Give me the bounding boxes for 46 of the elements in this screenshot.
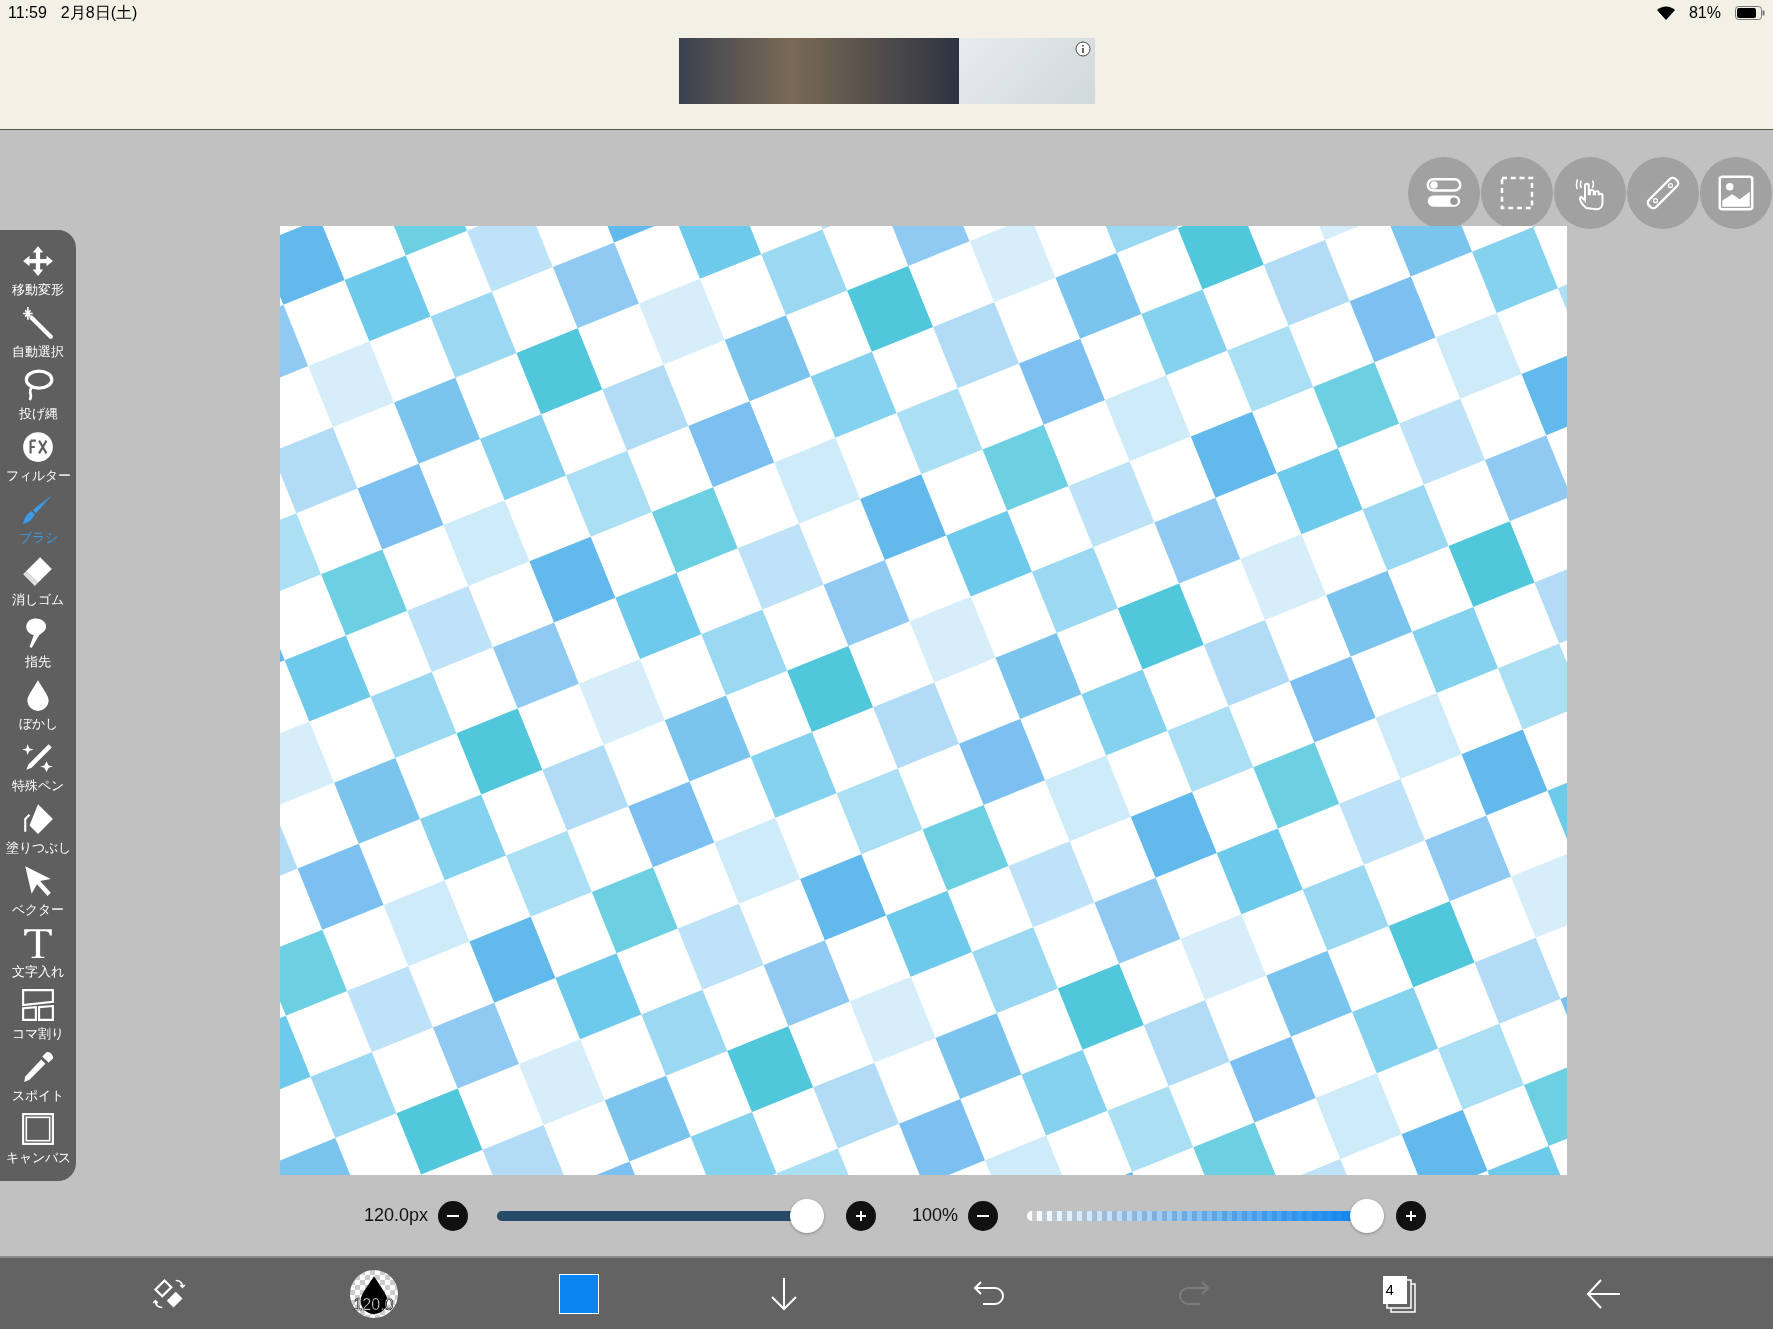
- wifi-icon: [1656, 6, 1675, 20]
- tool-button[interactable]: フィルター: [0, 426, 76, 488]
- decrease-button[interactable]: [438, 1200, 468, 1231]
- slider-thumb[interactable]: [1350, 1198, 1384, 1233]
- fx-icon: [21, 429, 55, 464]
- slider-thumb[interactable]: [790, 1198, 825, 1233]
- back-button[interactable]: [1585, 1277, 1622, 1310]
- undo-icon: [972, 1279, 1005, 1308]
- status-date: 2月8日(土): [60, 2, 138, 23]
- increase-button[interactable]: [846, 1200, 876, 1231]
- panels-icon: [21, 987, 55, 1022]
- minus-icon: [977, 1214, 989, 1217]
- tool-button[interactable]: 投げ縄: [0, 364, 76, 426]
- eyedropper-icon: [21, 1049, 55, 1084]
- tool-button[interactable]: 消しゴム: [0, 550, 76, 612]
- tool-button[interactable]: 文字入れ: [0, 922, 76, 984]
- tool-button[interactable]: キャンバス: [0, 1108, 76, 1170]
- tool-button[interactable]: 移動変形: [0, 240, 76, 302]
- tool-button[interactable]: ぼかし: [0, 674, 76, 736]
- tool-button[interactable]: 指先: [0, 612, 76, 674]
- tool-button[interactable]: ベクター: [0, 860, 76, 922]
- canvas-frame-icon: [21, 1111, 55, 1146]
- redo-icon: [1177, 1279, 1210, 1308]
- tool-button[interactable]: 自動選択: [0, 302, 76, 364]
- minus-icon: [447, 1214, 459, 1217]
- battery-percentage: 81%: [1688, 4, 1721, 22]
- decrease-button[interactable]: [968, 1200, 998, 1231]
- tool-button[interactable]: 塗りつぶし: [0, 798, 76, 860]
- tool-button[interactable]: コマ割り: [0, 984, 76, 1046]
- undo-button[interactable]: [972, 1279, 1005, 1308]
- layers-button[interactable]: 4: [1381, 1274, 1416, 1313]
- battery-icon: [1735, 6, 1765, 20]
- back-arrow-icon: [1585, 1277, 1622, 1310]
- magic-wand-icon: [21, 305, 55, 340]
- image-icon: [1716, 173, 1756, 213]
- tool-button[interactable]: 特殊ペン: [0, 736, 76, 798]
- increase-button[interactable]: [1396, 1200, 1426, 1231]
- layers-icon: [1381, 1274, 1416, 1313]
- size-reading: 120.0px: [362, 1205, 428, 1226]
- info-icon[interactable]: [1074, 41, 1091, 57]
- tool-button[interactable]: スポイト: [0, 1046, 76, 1108]
- opacity-reading: 100%: [910, 1205, 958, 1226]
- plus-icon: [854, 1208, 868, 1223]
- status-time: 11:59: [8, 4, 47, 22]
- plus-icon: [1404, 1208, 1418, 1223]
- color-swatch[interactable]: [558, 1273, 599, 1314]
